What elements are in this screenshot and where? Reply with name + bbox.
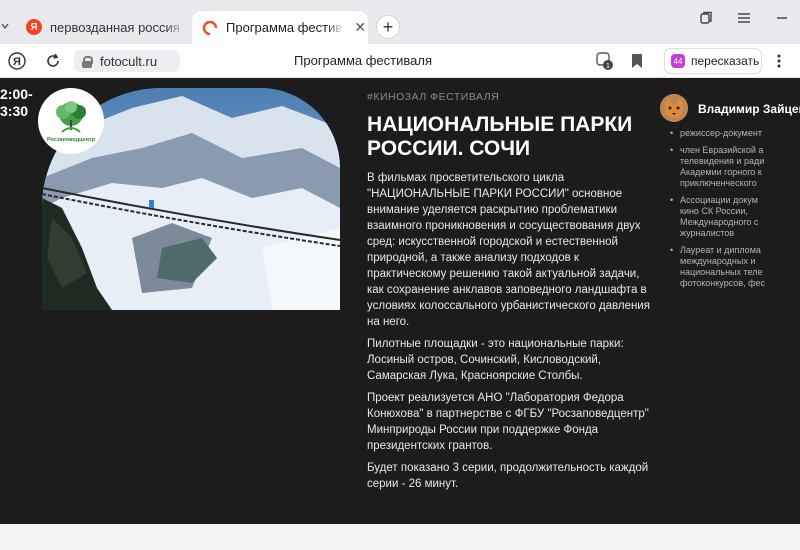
time-start: 2:00- — [0, 86, 33, 102]
tab-strip: Я первозданная россия 202 Программа фест… — [0, 0, 800, 44]
yandex-icon: Я — [26, 19, 42, 35]
retell-badge: 44 — [671, 54, 685, 68]
svg-text:1: 1 — [606, 63, 610, 70]
bio-item: режиссер-документ — [670, 128, 800, 139]
translate-icon[interactable]: 1 — [594, 50, 616, 72]
event-description: В фильмах просветительского цикла "НАЦИО… — [367, 170, 657, 498]
event-category[interactable]: #КИНОЗАЛ ФЕСТИВАЛЯ — [367, 91, 499, 103]
tab-list-chevron-icon[interactable] — [0, 14, 12, 40]
menu-icon[interactable] — [732, 8, 756, 28]
tab-pervozdannaya[interactable]: Я первозданная россия 202 — [14, 11, 186, 43]
time-end: 3:30 — [0, 103, 29, 119]
logo-text: Росзаповедцентр — [47, 136, 95, 143]
bookmark-icon[interactable] — [626, 50, 648, 72]
svg-text:Я: Я — [13, 56, 21, 68]
tree-icon — [56, 100, 86, 133]
address-bar[interactable]: fotocult.ru — [74, 50, 180, 72]
description-paragraph: Пилотные площадки - это национальные пар… — [367, 338, 624, 382]
tab-title: Программа фестиваля — [226, 20, 344, 35]
roszapovedcenter-logo: Росзаповедцентр — [38, 88, 104, 154]
bio-item: член Евразийской а телевидения и ради Ак… — [670, 145, 800, 189]
speaker-name: Владимир Зайцев — [698, 102, 800, 116]
page-title: Программа фестиваля — [294, 53, 432, 68]
minimize-icon[interactable] — [770, 8, 794, 28]
tab-collection-icon[interactable] — [694, 8, 718, 28]
event-time: 2:00- 3:30 — [0, 86, 33, 120]
description-paragraph: Проект реализуется АНО "Лаборатория Федо… — [367, 392, 649, 452]
reload-icon[interactable] — [42, 50, 64, 72]
description-paragraph: Будет показано 3 серии, продолжительност… — [367, 462, 649, 490]
bio-item: Лауреат и диплома международных и национ… — [670, 245, 800, 289]
yandex-logo-icon[interactable]: Я — [6, 50, 28, 72]
more-options-icon[interactable] — [768, 50, 790, 72]
window-bottom-edge — [0, 524, 800, 550]
tab-festival-program[interactable]: Программа фестиваля ✕ — [192, 11, 368, 44]
bio-item: Ассоциации докум кино СК России, Междуна… — [670, 195, 800, 239]
event-title: НАЦИОНАЛЬНЫЕ ПАРКИ РОССИИ. СОЧИ — [367, 113, 633, 160]
avatar — [660, 94, 688, 122]
speaker-bio: режиссер-документ член Евразийской а тел… — [670, 128, 800, 295]
browser-toolbar: Я fotocult.ru Программа фестиваля 1 44 п… — [0, 44, 800, 78]
new-tab-button[interactable]: + — [376, 15, 400, 39]
cloud-icon — [202, 20, 218, 36]
tab-title: первозданная россия 202 — [50, 19, 186, 35]
description-paragraph: В фильмах просветительского цикла "НАЦИО… — [367, 172, 650, 328]
page-content: 2:00- 3:30 Росзаповедцентр #КИНОЗАЛ ФЕСТ… — [0, 78, 800, 524]
lock-icon — [82, 55, 93, 68]
retell-button[interactable]: 44 пересказать — [664, 48, 762, 74]
url-text: fotocult.ru — [100, 53, 158, 69]
retell-label: пересказать — [691, 54, 760, 68]
close-icon[interactable]: ✕ — [352, 19, 368, 36]
